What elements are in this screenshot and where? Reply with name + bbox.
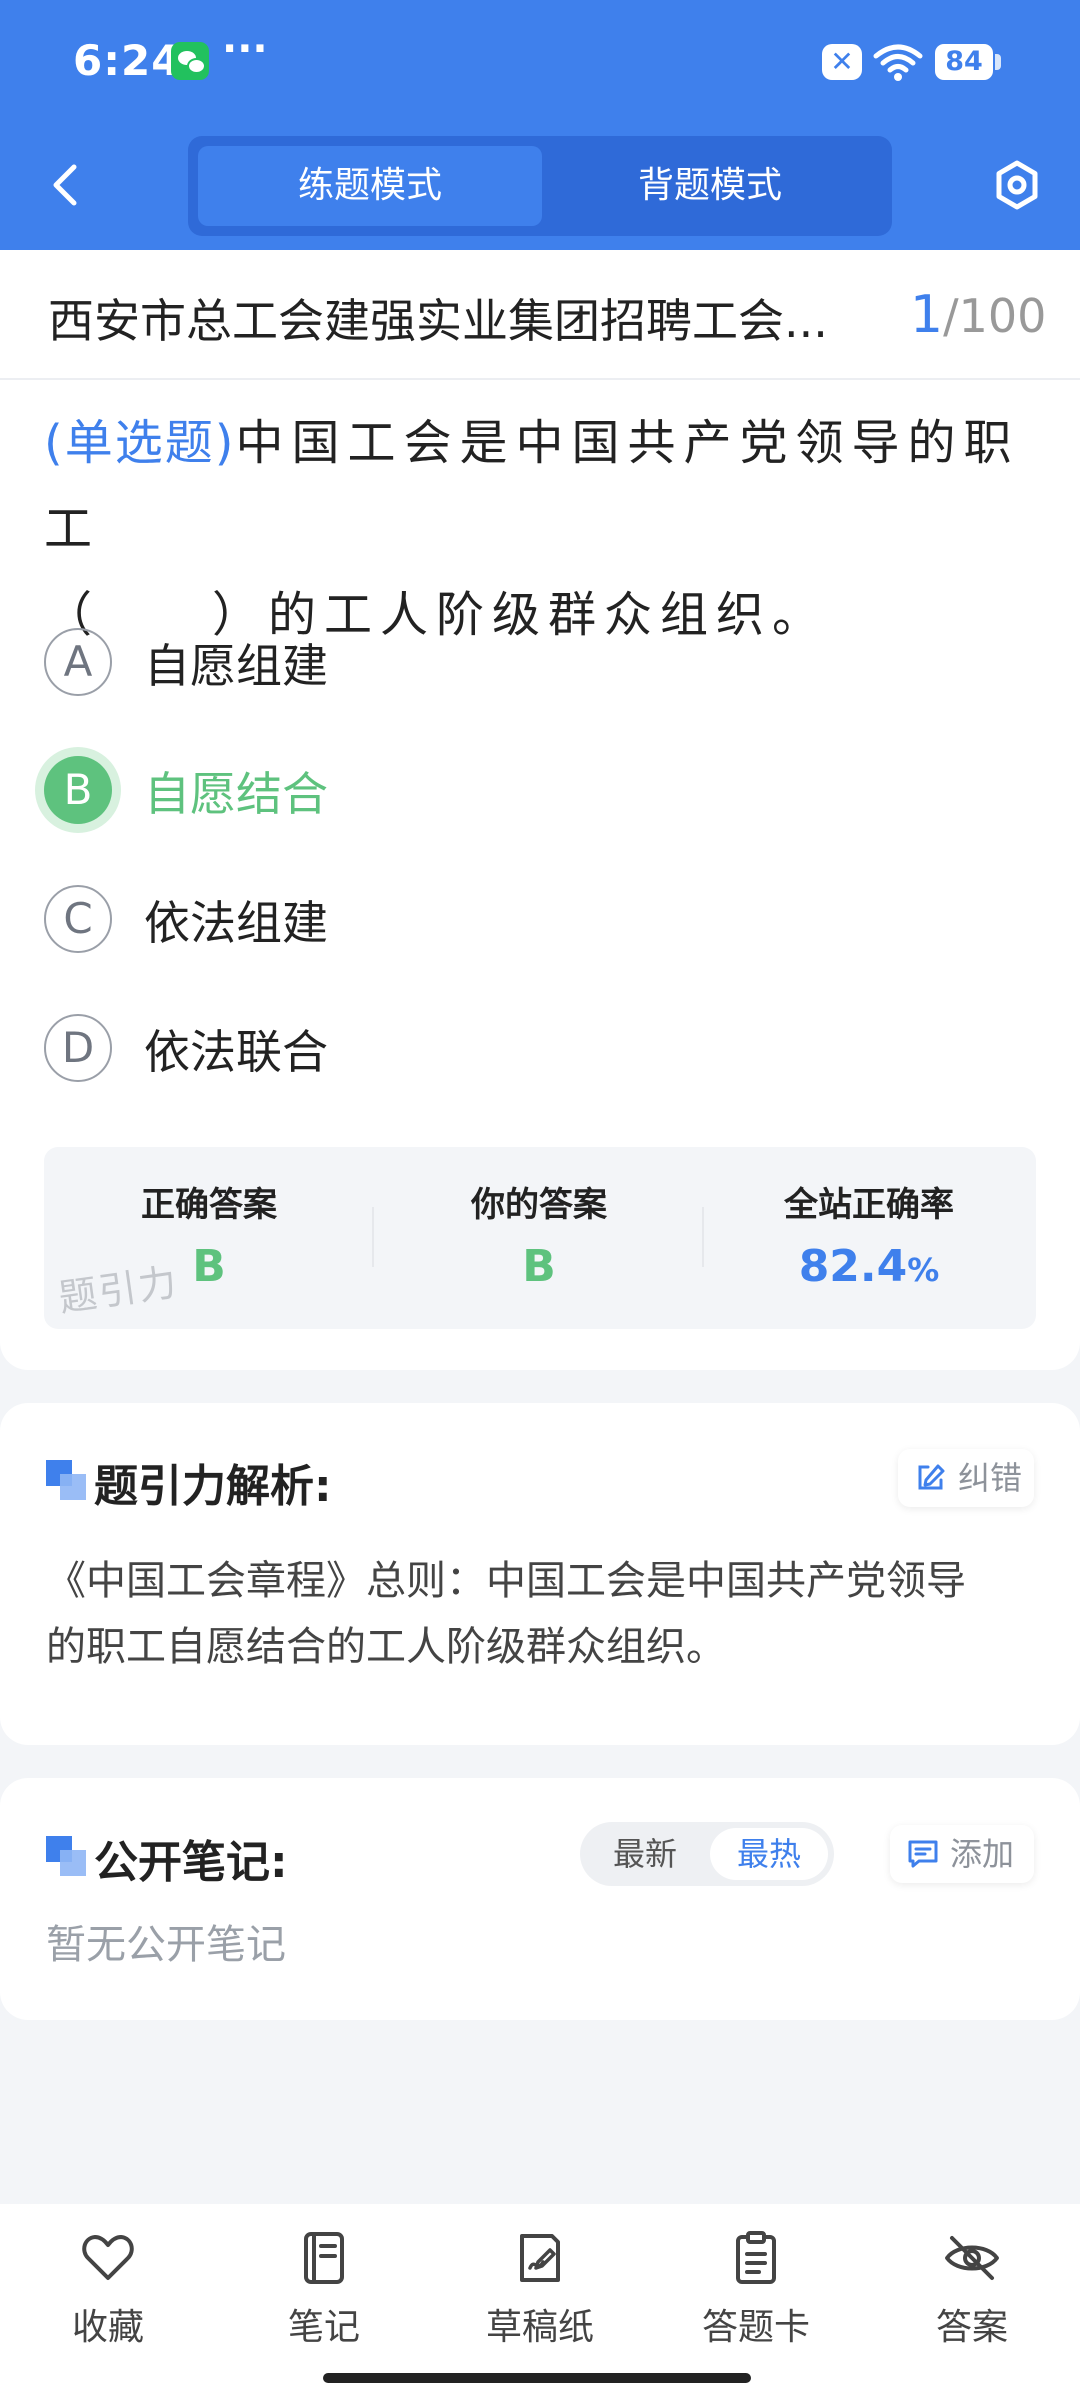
notes-sort-toggle: 最新 最热 [580,1822,834,1886]
nav-notes[interactable]: 笔记 [234,2228,414,2348]
back-icon[interactable] [40,155,90,215]
eye-off-icon [945,2236,999,2280]
option-a[interactable]: A 自愿组建 [44,622,944,702]
your-answer-label: 你的答案 [471,1185,607,1225]
settings-icon[interactable] [990,155,1044,215]
draft-icon [520,2234,560,2282]
add-note-button[interactable]: 添加 [890,1825,1034,1883]
nav-answer[interactable]: 答案 [882,2228,1062,2348]
report-error-button[interactable]: 纠错 [898,1449,1034,1507]
tab-memorize-mode[interactable]: 背题模式 [538,146,882,226]
your-answer-block: 你的答案 B [374,1147,704,1329]
analysis-text-line1: 《中国工会章程》总则：中国工会是中国共产党领导 [46,1558,966,1604]
answer-summary: 正确答案 B 你的答案 B 全站正确率 82.4% 题引力 [44,1147,1036,1329]
more-notifications-icon: ··· [222,26,268,72]
total-question-count: /100 [943,289,1047,343]
analysis-text: 《中国工会章程》总则：中国工会是中国共产党领导 的职工自愿结合的工人阶级群众组织… [46,1548,1042,1680]
clipboard-icon [736,2231,776,2284]
nav-favorite[interactable]: 收藏 [18,2228,198,2348]
option-text: 依法组建 [144,896,328,950]
status-bar: 6:24 ··· ✕ 84 [0,0,1080,125]
tab-practice-mode[interactable]: 练题模式 [198,146,542,226]
question-text: (单选题)中国工会是中国共产党领导的职工 （ ）的工人阶级群众组织。 [44,400,1044,658]
accuracy-label: 全站正确率 [784,1185,954,1225]
option-letter: A [44,628,112,696]
accuracy-unit: % [907,1251,940,1289]
option-text: 自愿结合 [144,767,328,821]
comment-icon [908,1840,938,1868]
nav-answer-label: 答案 [935,2307,1008,2348]
divider [0,378,1080,380]
nav-notes-label: 笔记 [287,2307,360,2348]
top-bar: 6:24 ··· ✕ 84 练题模式 背题模式 [0,0,1080,250]
option-text: 自愿组建 [144,639,328,693]
your-answer-value: B [522,1241,556,1292]
nav-answer-sheet[interactable]: 答题卡 [666,2228,846,2348]
analysis-title: 题引力解析: [94,1461,332,1512]
accuracy-number: 82.4 [798,1241,908,1292]
report-error-label: 纠错 [958,1459,1023,1497]
question-counter[interactable]: 1/100 [910,285,1046,345]
nav-draft-label: 草稿纸 [485,2307,594,2348]
sort-newest-button[interactable]: 最新 [586,1828,704,1880]
option-d[interactable]: D 依法联合 [44,1008,944,1088]
empty-notes-text: 暂无公开笔记 [46,1922,286,1968]
edit-icon [918,1464,945,1490]
battery-tip [995,54,1001,70]
notebook-icon [304,2232,344,2284]
add-note-label: 添加 [950,1835,1015,1873]
bottom-nav: 收藏 笔记 草稿纸 答题卡 答案 [0,2204,1080,2400]
accuracy-block: 全站正确率 82.4% [704,1147,1034,1329]
accuracy-value: 82.4% [704,1241,1034,1292]
no-sim-icon: ✕ [822,44,862,80]
nav-draft[interactable]: 草稿纸 [450,2228,630,2348]
status-time: 6:24 [73,36,182,85]
option-letter: D [44,1014,112,1082]
option-letter: B [44,756,112,824]
home-indicator[interactable] [323,2373,751,2383]
notes-card [0,1778,1080,2020]
nav-answer-sheet-label: 答题卡 [701,2307,810,2348]
current-question-number: 1 [910,285,944,345]
question-type: (单选题) [44,415,236,471]
option-text: 依法联合 [144,1025,328,1079]
mode-switch: 练题模式 背题模式 [188,136,892,236]
section-icon [46,1460,86,1500]
wechat-notification-icon [171,42,209,80]
analysis-text-line2: 的职工自愿结合的工人阶级群众组织。 [46,1624,726,1670]
wifi-icon [873,44,923,81]
heart-icon [82,2235,134,2280]
option-b[interactable]: B 自愿结合 [44,750,944,830]
exam-title: 西安市总工会建强实业集团招聘工会... [48,294,828,348]
option-c[interactable]: C 依法组建 [44,879,944,959]
section-icon [46,1836,86,1876]
correct-answer-label: 正确答案 [141,1185,277,1225]
nav-favorite-label: 收藏 [71,2307,144,2348]
sort-hottest-button[interactable]: 最热 [710,1828,828,1880]
notes-title: 公开笔记: [94,1837,288,1888]
option-letter: C [44,885,112,953]
battery-icon: 84 [935,44,993,80]
